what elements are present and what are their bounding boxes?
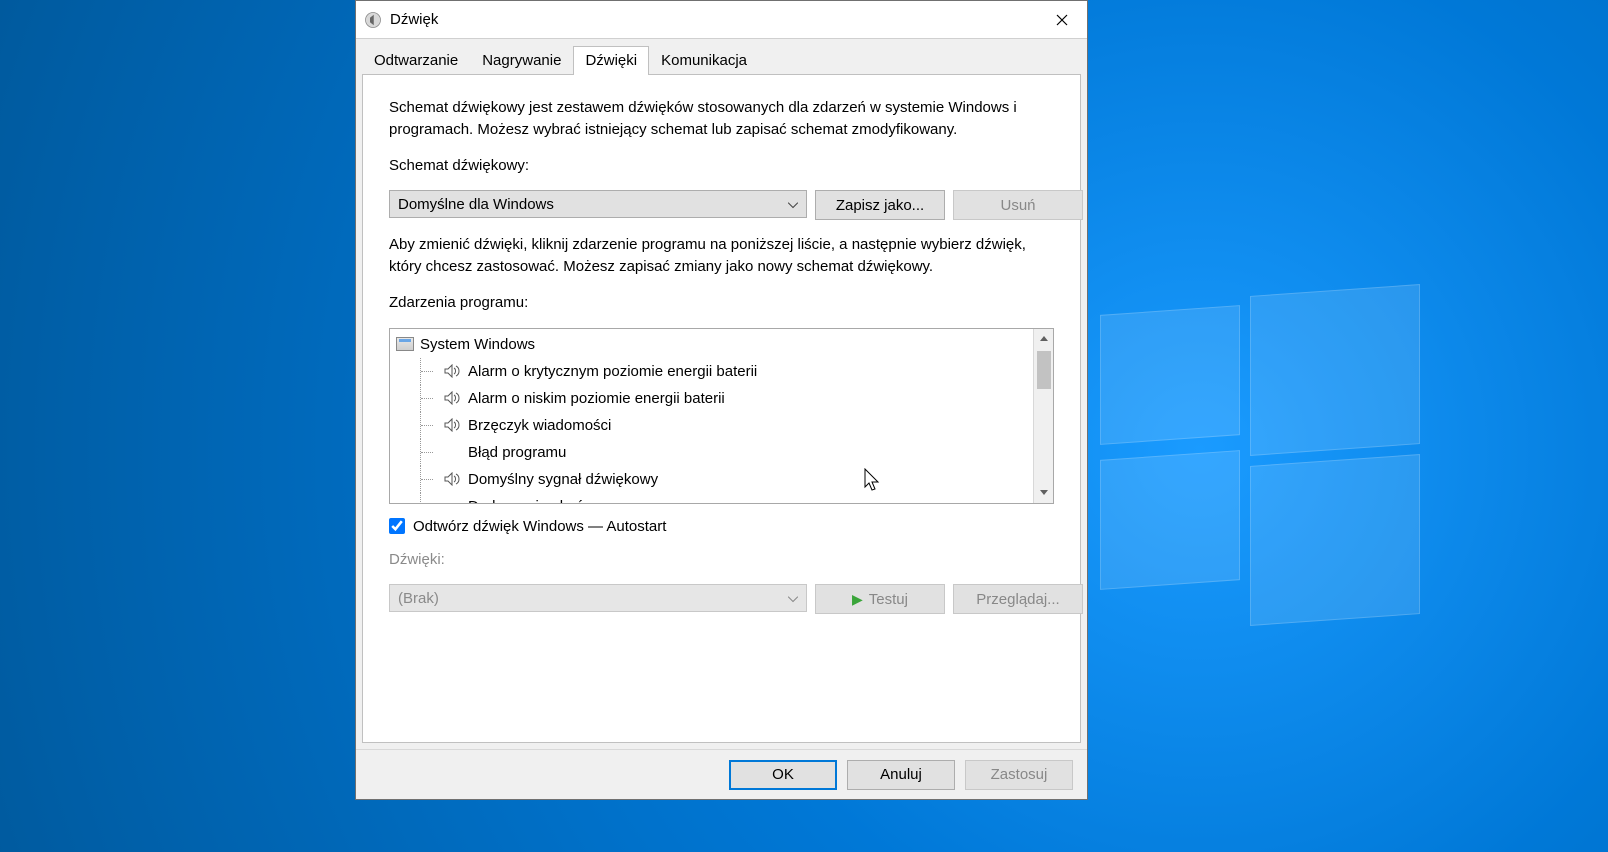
tree-item[interactable]: Alarm o krytycznym poziomie energii bate… [390,358,1033,385]
chevron-down-icon [788,590,798,607]
tree-item-label: Brzęczyk wiadomości [468,417,611,434]
tab-panel-sounds: Schemat dźwiękowy jest zestawem dźwięków… [362,74,1081,743]
tree-item-label: Alarm o krytycznym poziomie energii bate… [468,363,757,380]
sound-icon [364,11,382,29]
apply-button: Zastosuj [965,760,1073,790]
speaker-icon [444,391,460,405]
scheme-combo[interactable]: Domyślne dla Windows [389,190,807,218]
tree-root-label: System Windows [420,336,535,353]
test-button: ▶Testuj [815,584,945,614]
tree-item[interactable]: Domyślny sygnał dźwiękowy [390,466,1033,493]
events-label: Zdarzenia programu: [389,292,1054,314]
tree-branch [420,358,440,385]
tab-sounds[interactable]: Dźwięki [573,46,649,75]
tree-item-label: Domyślny sygnał dźwiękowy [468,471,658,488]
window-title: Dźwięk [390,11,1037,28]
scheme-description: Schemat dźwiękowy jest zestawem dźwięków… [389,97,1054,141]
windows-logo [1100,290,1420,610]
tree-item-label: Alarm o niskim poziomie energii baterii [468,390,725,407]
scheme-combo-value: Domyślne dla Windows [398,196,554,213]
sound-combo-value: (Brak) [398,590,439,607]
chevron-down-icon [788,196,798,213]
ok-button[interactable]: OK [729,760,837,790]
tree-item[interactable]: Brzęczyk wiadomości [390,412,1033,439]
dialog-button-bar: OK Anuluj Zastosuj [356,749,1087,799]
tree-branch [420,493,440,503]
tree-branch [420,385,440,412]
tabstrip: Odtwarzanie Nagrywanie Dźwięki Komunikac… [356,39,1087,74]
events-tree-body: System Windows Alarm o krytycznym poziom… [390,329,1033,503]
tree-scrollbar[interactable] [1033,329,1053,503]
scroll-thumb[interactable] [1037,351,1051,389]
sound-combo: (Brak) [389,584,807,612]
scroll-down-icon[interactable] [1034,483,1053,503]
category-icon [396,337,414,351]
save-as-button[interactable]: Zapisz jako... [815,190,945,220]
sounds-label: Dźwięki: [389,549,1054,571]
scroll-up-icon[interactable] [1034,329,1053,349]
tab-recording[interactable]: Nagrywanie [470,46,573,75]
tree-item[interactable]: Błąd programu [390,439,1033,466]
tab-playback[interactable]: Odtwarzanie [362,46,470,75]
tree-item-label: Drukowanie ukończone [468,498,624,503]
speaker-icon [444,445,460,459]
events-tree[interactable]: System Windows Alarm o krytycznym poziom… [389,328,1054,504]
tree-branch [420,439,440,466]
tab-communication[interactable]: Komunikacja [649,46,759,75]
play-startup-checkbox[interactable] [389,518,405,534]
speaker-icon [444,418,460,432]
speaker-icon [444,364,460,378]
cancel-button[interactable]: Anuluj [847,760,955,790]
browse-button: Przeglądaj... [953,584,1083,614]
tree-branch [420,466,440,493]
play-icon: ▶ [852,591,863,607]
change-help: Aby zmienić dźwięki, kliknij zdarzenie p… [389,234,1054,278]
speaker-icon [444,472,460,486]
delete-button: Usuń [953,190,1083,220]
tree-item-label: Błąd programu [468,444,566,461]
tree-root[interactable]: System Windows [390,331,1033,358]
scheme-label: Schemat dźwiękowy: [389,155,1054,177]
sound-dialog: Dźwięk Odtwarzanie Nagrywanie Dźwięki Ko… [355,0,1088,800]
titlebar: Dźwięk [356,1,1087,39]
speaker-icon [444,499,460,503]
play-startup-label: Odtwórz dźwięk Windows — Autostart [413,518,666,535]
tree-branch [420,412,440,439]
tree-item[interactable]: Alarm o niskim poziomie energii baterii [390,385,1033,412]
close-button[interactable] [1037,1,1087,38]
tree-item[interactable]: Drukowanie ukończone [390,493,1033,503]
play-startup-row[interactable]: Odtwórz dźwięk Windows — Autostart [389,518,1054,535]
